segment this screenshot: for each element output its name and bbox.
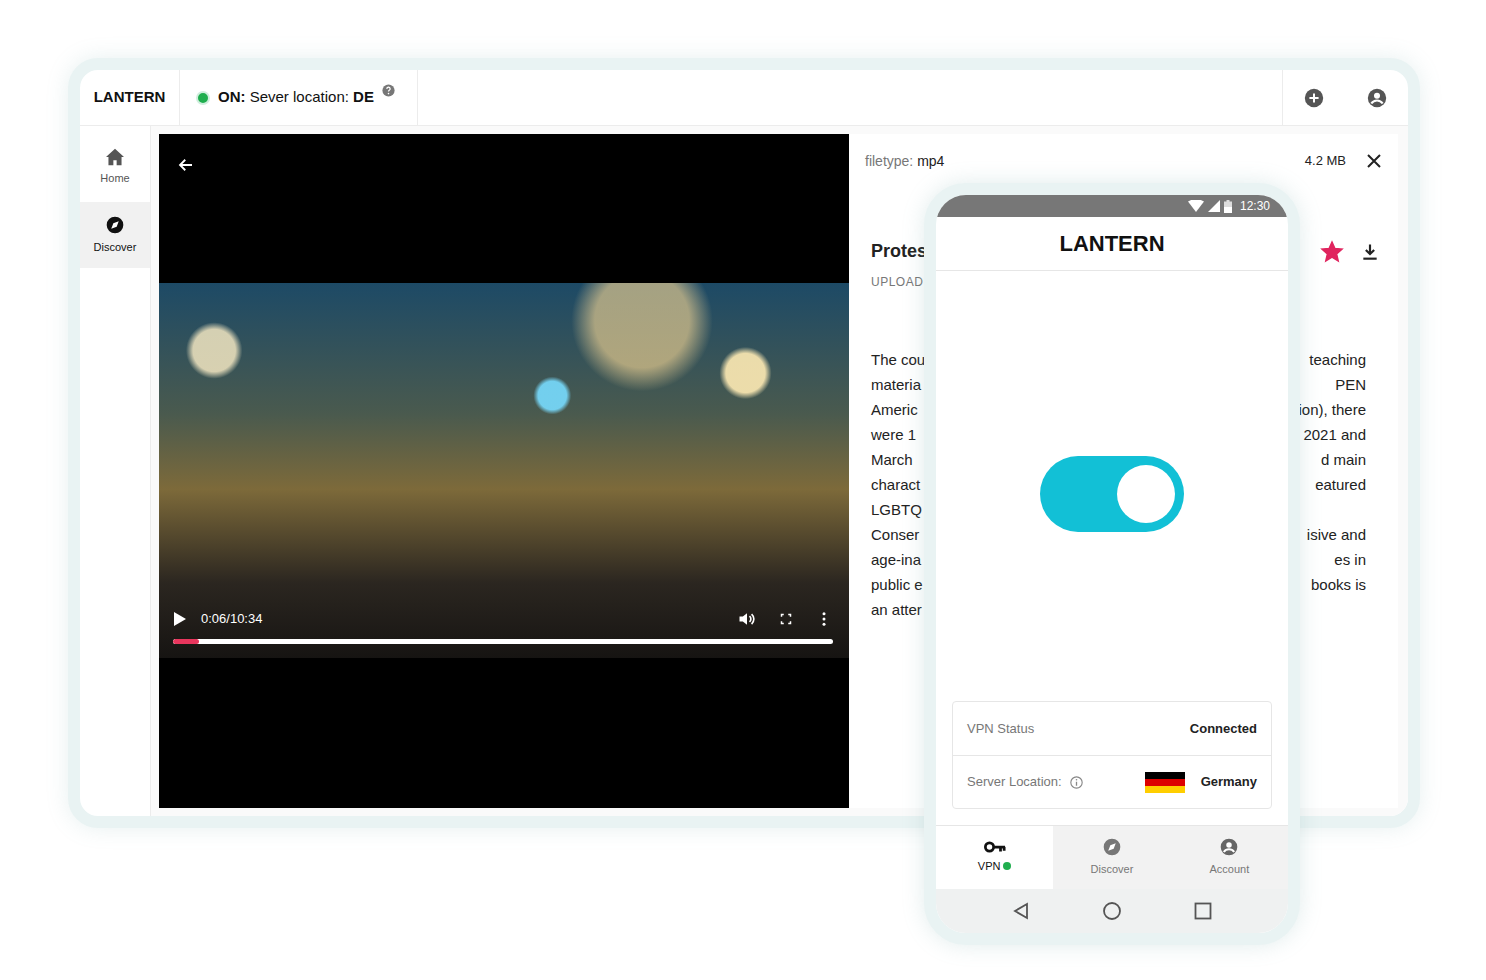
nav-item[interactable]: VPN <box>936 826 1053 889</box>
nav-label-text: VPN <box>978 860 1001 872</box>
text-fragment: es in <box>1334 547 1366 572</box>
text-fragment: books is <box>1311 572 1366 597</box>
progress-fill <box>173 639 199 644</box>
video-player: 0:06/10:34 <box>159 134 849 808</box>
text-fragment: were 1 <box>871 422 916 447</box>
sidebar: Home Discover <box>80 126 151 816</box>
phone-nav: VPN Discover Account <box>936 825 1288 889</box>
text-fragment: 2021 and <box>1303 422 1366 447</box>
nav-label-text: Account <box>1209 863 1249 875</box>
sidebar-item[interactable]: Home <box>80 134 150 200</box>
info-value: Germany <box>1145 772 1257 793</box>
sidebar-item[interactable]: Discover <box>80 202 150 268</box>
top-bar: LANTERN ON: Sever location: DE <box>80 70 1408 126</box>
item-title: Protes <box>871 238 927 265</box>
battery-icon <box>1224 200 1232 213</box>
text-fragment: isive and <box>1307 522 1366 547</box>
connected-dot <box>1003 862 1011 870</box>
close-icon[interactable] <box>1366 153 1382 169</box>
nav-label: Discover <box>1091 861 1134 878</box>
phone-time: 12:30 <box>1240 197 1270 215</box>
text-fragment: PEN <box>1335 372 1366 397</box>
nav-label-text: Discover <box>1091 863 1134 875</box>
info-label: VPN Status <box>967 719 1034 739</box>
text-fragment: materia <box>871 372 921 397</box>
status-text: ON: Sever location: DE <box>218 86 374 109</box>
key-icon <box>984 840 1006 854</box>
vpn-toggle[interactable] <box>1040 456 1184 532</box>
text-fragment: d main <box>1321 447 1366 472</box>
account-icon[interactable] <box>1366 87 1388 109</box>
fullscreen-icon[interactable] <box>771 610 801 628</box>
text-fragment: public e <box>871 572 923 597</box>
play-icon[interactable] <box>173 611 187 627</box>
toggle-knob <box>1117 465 1175 523</box>
account-icon <box>1219 837 1239 857</box>
text-fragment: teaching <box>1309 347 1366 372</box>
info-icon[interactable] <box>1070 776 1083 789</box>
file-size: 4.2 MB <box>1305 151 1346 171</box>
text-fragment: The cou <box>871 347 925 372</box>
text-fragment: LGBTQ <box>871 497 922 522</box>
sidebar-label: Discover <box>94 239 137 256</box>
filetype: filetype: mp4 <box>865 151 944 172</box>
vpn-status[interactable]: ON: Sever location: DE <box>180 70 418 125</box>
video-controls: 0:06/10:34 <box>173 609 833 644</box>
text-fragment: age-ina <box>871 547 921 572</box>
progress-track[interactable] <box>173 639 833 644</box>
compass-icon <box>105 215 125 235</box>
text-fragment: charact <box>871 472 920 497</box>
add-icon[interactable] <box>1303 87 1325 109</box>
info-value: Connected <box>1190 719 1257 739</box>
info-row: VPN Status Connected <box>953 702 1271 755</box>
info-row: Server Location: Germany <box>953 755 1271 808</box>
phone-window: 12:30 LANTERN VPN Status Connected Server … <box>924 183 1300 945</box>
text-fragment: ion), there <box>1298 397 1366 422</box>
signal-icon <box>1208 200 1220 212</box>
info-value-text: Connected <box>1190 719 1257 739</box>
phone-title: LANTERN <box>936 217 1288 271</box>
more-icon[interactable] <box>815 610 833 628</box>
info-value-text: Germany <box>1201 772 1257 792</box>
recents-icon[interactable] <box>1194 902 1212 920</box>
info-label: Server Location: <box>967 772 1062 792</box>
status-dot <box>196 91 210 105</box>
top-actions <box>1282 70 1408 125</box>
phone-status-bar: 12:30 <box>936 195 1288 217</box>
logo[interactable]: LANTERN <box>80 70 180 125</box>
text-fragment: Americ <box>871 397 918 422</box>
flag-icon <box>1145 772 1185 793</box>
nav-item[interactable]: Account <box>1171 826 1288 889</box>
text-fragment: Conser <box>871 522 919 547</box>
back-arrow-icon[interactable] <box>177 156 195 174</box>
canvas: LANTERN ON: Sever location: DE Home Disco… <box>0 0 1486 980</box>
star-icon[interactable] <box>1320 240 1344 264</box>
nav-label: Account <box>1209 861 1249 878</box>
text-fragment: eatured <box>1315 472 1366 497</box>
phone-content: VPN Status Connected Server Location: Germa… <box>936 271 1288 825</box>
help-icon[interactable] <box>382 84 395 97</box>
sidebar-label: Home <box>100 170 129 187</box>
volume-icon[interactable] <box>737 609 757 629</box>
vpn-info-card: VPN Status Connected Server Location: Germa… <box>952 701 1272 809</box>
download-icon[interactable] <box>1360 242 1380 262</box>
nav-item[interactable]: Discover <box>1053 826 1170 889</box>
details-header: filetype: mp4 4.2 MB <box>849 134 1398 188</box>
back-icon[interactable] <box>1012 902 1030 920</box>
home-icon <box>105 148 125 166</box>
text-fragment: March <box>871 447 913 472</box>
nav-label: VPN <box>978 858 1012 875</box>
home-icon[interactable] <box>1102 901 1122 921</box>
compass-icon <box>1102 837 1122 857</box>
video-frame[interactable]: 0:06/10:34 <box>159 283 849 658</box>
wifi-icon <box>1188 200 1204 212</box>
text-fragment: an atter <box>871 597 922 622</box>
video-time: 0:06/10:34 <box>201 609 262 629</box>
android-nav <box>936 889 1288 933</box>
